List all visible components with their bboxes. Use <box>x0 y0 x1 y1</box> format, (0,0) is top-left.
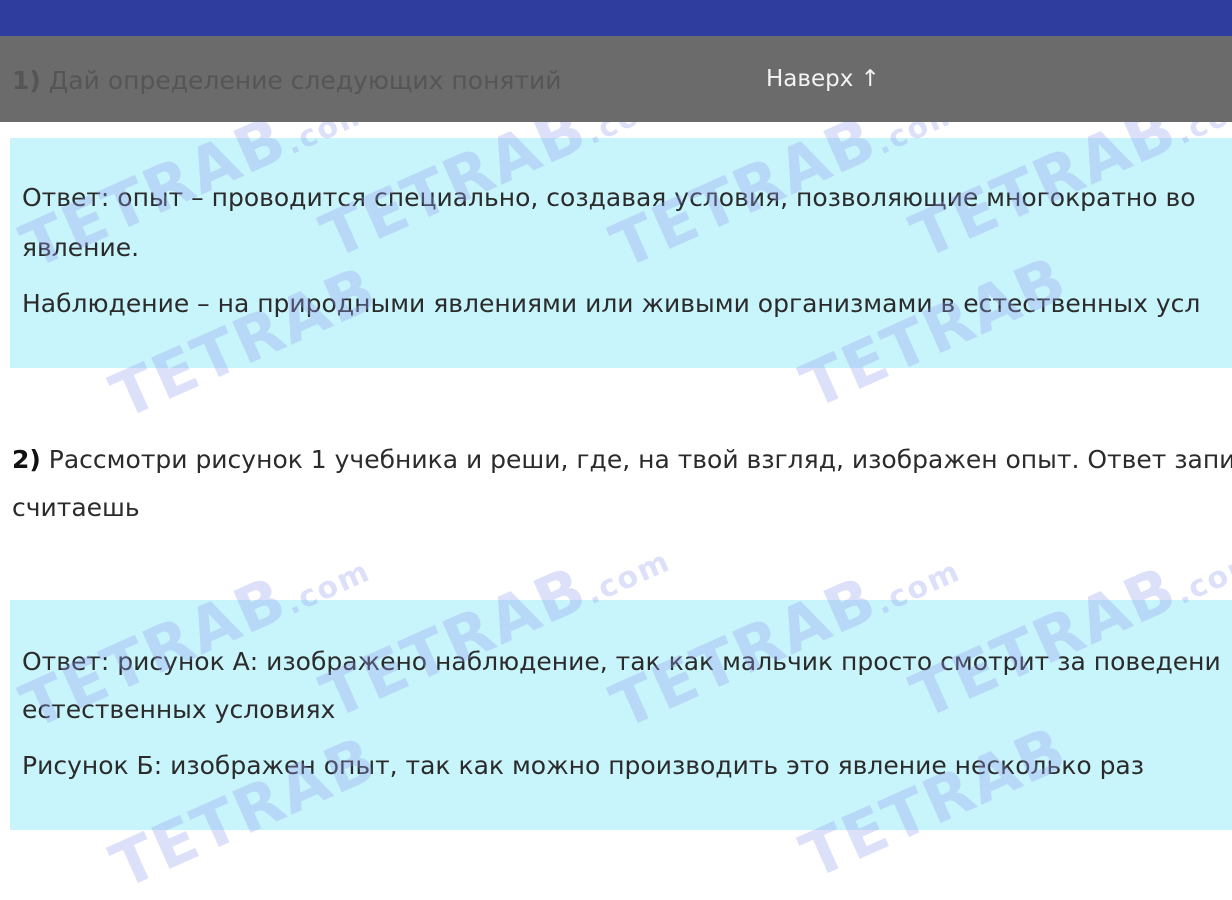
question-text: Рассмотри рисунок 1 учебника и реши, где… <box>40 445 1232 474</box>
floating-header-overlay: 1) Дай определение следующих понятий <box>0 36 1232 122</box>
page: 1) Дай определение следующих понятий Нав… <box>0 0 1232 900</box>
top-app-bar <box>0 0 1232 36</box>
answer-line: Рисунок Б: изображен опыт, так как можно… <box>22 751 1145 780</box>
answer-box-2: Ответ: рисунок А: изображено наблюдение,… <box>10 600 1232 830</box>
partial-question-heading: 1) Дай определение следующих понятий <box>12 64 562 98</box>
question-2-line-1: 2) Рассмотри рисунок 1 учебника и реши, … <box>12 436 1232 484</box>
question-2-line-2: считаешь <box>12 493 140 522</box>
answer-line: Ответ: опыт – проводится специально, соз… <box>22 183 1196 212</box>
question-text: Дай определение следующих понятий <box>40 66 562 95</box>
answer-line: Наблюдение – на природными явлениями или… <box>22 289 1201 318</box>
back-to-top-link[interactable]: Наверх ↑ <box>766 66 880 92</box>
answer-line: естественных условиях <box>22 695 336 724</box>
question-number: 2) <box>12 445 41 474</box>
answer-line: явление. <box>22 233 140 262</box>
answer-box-1: Ответ: опыт – проводится специально, соз… <box>10 138 1232 368</box>
question-number: 1) <box>12 66 41 95</box>
answer-line: Ответ: рисунок А: изображено наблюдение,… <box>22 647 1221 676</box>
